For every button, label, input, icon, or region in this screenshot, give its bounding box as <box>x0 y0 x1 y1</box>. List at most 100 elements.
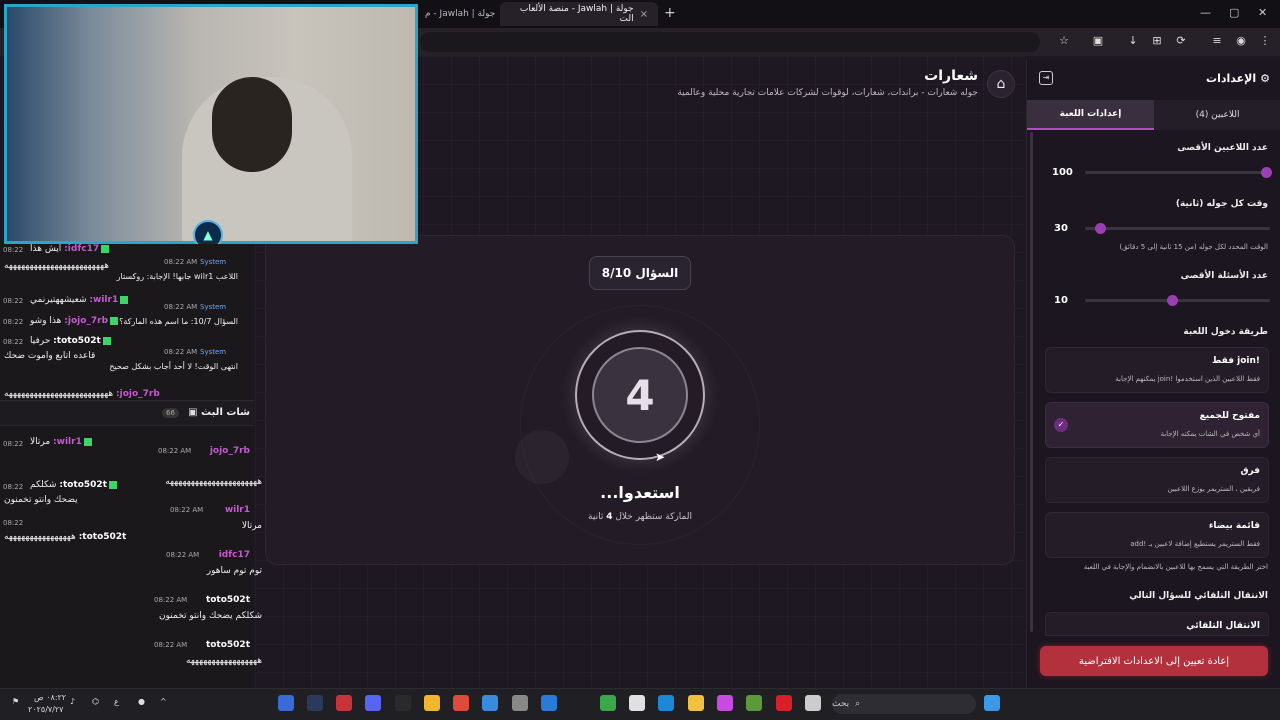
join-option-whitelist[interactable]: قائمة بيضاء فقط الستريمر يستطيع إضافة لا… <box>1045 512 1269 558</box>
option-desc: فقط الستريمر يستطيع إضافة لاعبين بـ !add <box>1130 540 1260 548</box>
auto-next-option[interactable]: الانتقال التلقائي <box>1045 612 1269 636</box>
settings-icon[interactable] <box>512 695 528 711</box>
tab-label: جولة | Jawlah - م <box>425 9 496 19</box>
option-title: قائمة بيضاء <box>1208 521 1260 531</box>
steam-icon[interactable] <box>307 695 323 711</box>
close-icon[interactable]: × <box>640 9 648 20</box>
tab-label: جولة | Jawlah - منصة الألعاب الت <box>519 4 634 24</box>
discord-icon[interactable] <box>365 695 381 711</box>
chat-message: idfc17: ايش هذا <box>30 244 111 254</box>
edge-icon[interactable] <box>658 695 674 711</box>
extensions-icon[interactable]: ▣ <box>1091 34 1105 48</box>
round-time-slider[interactable] <box>1085 223 1270 234</box>
mail-icon[interactable] <box>541 695 557 711</box>
new-tab-button[interactable]: + <box>664 5 676 21</box>
screen: × جولة | Jawlah - م × جولة | Jawlah - من… <box>0 0 1280 720</box>
store-icon[interactable] <box>629 695 645 711</box>
settings-scrollbar[interactable] <box>1030 132 1033 632</box>
tray-overflow-icon[interactable]: ^ <box>160 697 167 706</box>
tab-game-settings[interactable]: إعدادات اللعبة <box>1027 100 1154 130</box>
max-questions-value: 10 <box>1054 295 1068 306</box>
menu-icon[interactable]: ⋮ <box>1258 34 1272 48</box>
search-icon: ⌕ <box>855 699 861 709</box>
option-title: فرق <box>1240 466 1260 476</box>
explorer-icon[interactable] <box>688 695 704 711</box>
photos-icon[interactable] <box>482 695 498 711</box>
chat-message: toto502t: ههههههههههههههههه <box>4 532 126 542</box>
network-icon[interactable]: ⌬ <box>92 697 99 706</box>
tab-players[interactable]: اللاعبين (4) <box>1154 100 1280 130</box>
volume-icon[interactable]: ♪ <box>70 697 75 706</box>
opera-icon[interactable] <box>776 695 792 711</box>
option-title: مفتوح للجميع <box>1199 411 1260 421</box>
taskbar-search[interactable]: ⌕ بحث <box>832 694 976 714</box>
notification-icon[interactable]: ⚑ <box>12 697 19 706</box>
chat-text: شكلكم يضحك وانتو تخمنون <box>159 611 262 621</box>
bookmark-star-icon[interactable]: ☆ <box>1057 34 1071 48</box>
window-close-icon[interactable]: ✕ <box>1258 6 1267 19</box>
chat-user: wilr1: <box>53 437 82 447</box>
app-icon[interactable] <box>336 695 352 711</box>
chat-user: idfc17: <box>64 244 100 254</box>
chat-title-text: شات البث <box>201 407 250 418</box>
max-players-value: 100 <box>1052 167 1073 178</box>
mic-icon[interactable]: ● <box>138 697 145 706</box>
clock-date[interactable]: ٢٠٢٥/٧/٢٧ <box>28 705 63 714</box>
join-option-join-only[interactable]: !join فقط فقط اللاعبين الذين استخدموا !j… <box>1045 347 1269 393</box>
chat-message: toto502t: حرفيا <box>30 336 113 346</box>
chat-time: 08:22 <box>3 519 24 527</box>
max-players-slider[interactable] <box>1085 167 1273 178</box>
slider-thumb[interactable] <box>1094 223 1106 234</box>
join-method-label: طريقة دخول اللعبة <box>1183 327 1268 337</box>
language-indicator[interactable]: ع <box>114 697 119 706</box>
media-icon[interactable]: ≡ <box>1210 34 1224 48</box>
copilot-icon[interactable] <box>717 695 733 711</box>
collapse-panel-icon[interactable]: ⇥ <box>1039 71 1053 85</box>
minecraft-icon[interactable] <box>746 695 762 711</box>
translate-icon[interactable]: ⊞ <box>1150 34 1164 48</box>
download-icon[interactable]: ↓ <box>1126 34 1140 48</box>
slider-thumb[interactable] <box>1166 295 1178 306</box>
settings-title: ⚙ الإعدادات <box>1206 72 1270 85</box>
join-option-teams[interactable]: فرق فريقين ، الستريمر يوزع اللاعبين <box>1045 457 1269 503</box>
windows-start-icon[interactable] <box>984 695 1000 711</box>
minimize-icon[interactable]: — <box>1200 6 1211 19</box>
reset-defaults-button[interactable]: إعادة تعيين إلى الاعدادات الافتراضية <box>1040 646 1268 676</box>
system-time: 08:22 AM <box>164 258 198 266</box>
system-message: السؤال 10/7: ما اسم هذه الماركة؟ <box>119 317 238 326</box>
round-time-value: 30 <box>1054 223 1068 234</box>
join-option-open[interactable]: مفتوح للجميع أي شخص في الشات يمكنه الإجا… <box>1045 402 1269 448</box>
chat-message: jojo_7rb: هذا وشو <box>30 316 120 326</box>
chat-user: jojo_7rb <box>209 446 250 456</box>
chat-text: مرتالا <box>30 437 51 447</box>
option-title: الانتقال التلقائي <box>1186 621 1260 631</box>
maximize-icon[interactable]: ▢ <box>1229 6 1239 19</box>
xbox-icon[interactable] <box>600 695 616 711</box>
chat-user: toto502t: <box>78 532 127 542</box>
profile-icon[interactable]: ◉ <box>1234 34 1248 48</box>
browser-tab-active[interactable]: × جولة | Jawlah - منصة الألعاب الت <box>500 2 658 26</box>
app-icon[interactable] <box>453 695 469 711</box>
max-questions-slider[interactable] <box>1085 295 1270 306</box>
app-icon[interactable] <box>395 695 411 711</box>
chat-text: شعيشههتيرنمي <box>30 295 87 305</box>
home-button[interactable]: ⌂ <box>987 70 1015 98</box>
clock-time[interactable]: ٠٨:٢٢ ص <box>34 693 66 702</box>
app-icon[interactable] <box>805 695 821 711</box>
get-ready-title: استعدوا... <box>600 483 680 502</box>
chat-message: قاعده اتابع واموت ضحك <box>4 351 96 361</box>
sync-icon[interactable]: ⟳ <box>1174 34 1188 48</box>
chat-text: حرفيا <box>30 336 51 346</box>
max-questions-label: عدد الأسئلة الأقصى <box>1180 271 1268 281</box>
chat-text: شكلكم <box>30 480 57 490</box>
chrome-icon[interactable] <box>424 695 440 711</box>
app-icon[interactable] <box>278 695 294 711</box>
chat-count-badge: 66 <box>162 408 179 418</box>
chat-user: wilr1: <box>89 295 119 305</box>
chat-time: 08:22 AM <box>170 506 204 514</box>
system-label: System <box>200 348 227 356</box>
chat-user: toto502t: <box>59 480 107 490</box>
omnibox[interactable] <box>420 32 1040 52</box>
page-subtitle: جوله شعارات - براندات، شعارات، لوقوات لش… <box>677 88 978 98</box>
chat-message: toto502t: شكلكم <box>30 480 119 490</box>
